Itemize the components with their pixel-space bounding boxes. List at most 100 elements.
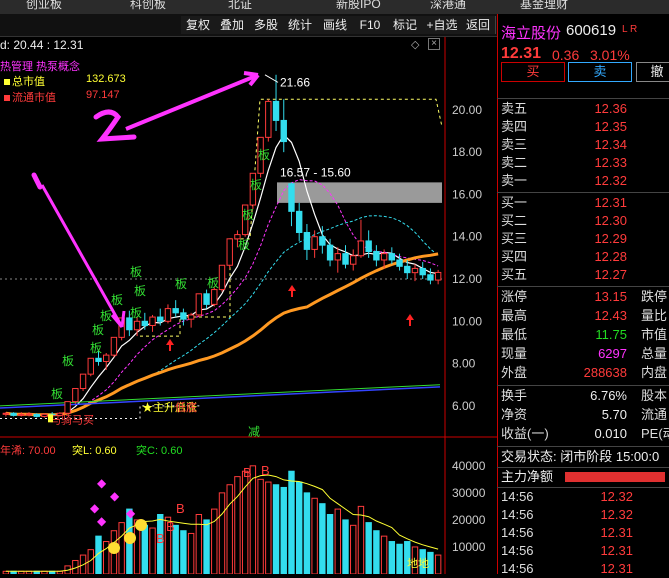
bid-price: 12.29 xyxy=(594,231,627,246)
bid-row[interactable]: 买三 12.29 xyxy=(501,230,627,248)
ask-row[interactable]: 卖五 12.36 xyxy=(501,100,627,118)
bid-row[interactable]: 买五 12.27 xyxy=(501,266,627,284)
candle-body xyxy=(226,238,233,266)
tab-fund[interactable]: 基金理财 xyxy=(520,0,568,12)
diamond-signal-icon: ◆ xyxy=(110,489,120,503)
stock-flags: L R xyxy=(622,24,638,35)
adjust-button[interactable]: 复权 xyxy=(181,16,216,34)
kline-chart[interactable]: 20.0018.0016.0014.0012.0010.008.006.00板板… xyxy=(0,37,497,574)
sell-button[interactable]: 卖 xyxy=(568,62,632,82)
tab-bse[interactable]: 北证 xyxy=(228,0,252,12)
candle-body xyxy=(342,253,349,265)
ask-price: 12.34 xyxy=(594,137,627,152)
tick-time: 14:56 xyxy=(501,525,534,540)
candle-body xyxy=(172,308,179,314)
candle-body xyxy=(396,259,403,267)
price-change: 0.36 xyxy=(552,47,580,63)
candle-body xyxy=(211,289,218,305)
candle-body xyxy=(195,293,203,316)
tick-row: 14:56 12.31 xyxy=(501,524,633,542)
candle-body xyxy=(18,413,25,416)
mark-button[interactable]: 标记 xyxy=(387,16,424,34)
limit-up-tag: 板 xyxy=(130,306,142,320)
bid-row[interactable]: 买一 12.31 xyxy=(501,194,627,212)
candle-body xyxy=(187,314,195,320)
tab-chinext[interactable]: 创业板 xyxy=(26,0,62,12)
stat2-value: 6.76% xyxy=(590,388,627,403)
volume-bar xyxy=(141,524,149,574)
candle-body xyxy=(79,373,87,390)
ask-label: 卖二 xyxy=(501,155,528,170)
bid-row[interactable]: 买二 12.30 xyxy=(501,212,627,230)
top-tab-strip: 创业板 科创板 北证 新股IPO 深港通 基金理财 xyxy=(0,0,669,14)
stat-value: 288638 xyxy=(583,365,627,380)
stat-label: 涨停 xyxy=(501,289,528,304)
limit-up-tag: 板 xyxy=(111,293,123,307)
ma10-line xyxy=(5,179,439,416)
tab-ipo[interactable]: 新股IPO xyxy=(336,0,381,12)
y-tick-label: 10.00 xyxy=(452,314,482,328)
volume-bar xyxy=(303,492,311,574)
diamond-signal-icon: ◆ xyxy=(97,514,107,528)
volume-bar xyxy=(149,527,156,574)
divider xyxy=(497,286,669,287)
multi-stock-button[interactable]: 多股 xyxy=(249,16,284,34)
resistance-zone xyxy=(277,182,442,203)
stat2-right-label: 股本 xyxy=(641,388,668,403)
tick-row: 14:56 12.32 xyxy=(501,488,633,506)
volume-bar xyxy=(257,478,264,574)
b-signal-tag: B xyxy=(166,519,175,534)
tick-row: 14:56 12.31 xyxy=(501,560,633,578)
smiley-icon xyxy=(108,542,120,554)
candle-body xyxy=(10,412,17,416)
stat-right-label: 内盘 xyxy=(641,365,668,380)
ask-row[interactable]: 卖四 12.35 xyxy=(501,118,627,136)
candle-body xyxy=(95,357,102,362)
ma20-line xyxy=(5,215,439,416)
ask-label: 卖四 xyxy=(501,119,528,134)
limit-up-tag: 板 xyxy=(90,341,102,355)
stat-label: 现量 xyxy=(501,346,528,361)
buy-button[interactable]: 买 xyxy=(501,62,565,82)
bid-label: 买一 xyxy=(501,195,528,210)
volume-bar xyxy=(434,554,442,574)
ask-label: 卖三 xyxy=(501,137,528,152)
bid-label: 买三 xyxy=(501,231,528,246)
cancel-button[interactable]: 撤 xyxy=(636,62,669,82)
tick-price: 12.31 xyxy=(600,561,633,576)
volume-bar xyxy=(357,505,365,574)
stat-label: 外盘 xyxy=(501,365,528,380)
diamond-signal-icon: ◆ xyxy=(97,476,107,490)
ask-row[interactable]: 卖三 12.34 xyxy=(501,136,627,154)
divider xyxy=(497,192,669,193)
bid-label: 买五 xyxy=(501,267,528,282)
back-button[interactable]: 返回 xyxy=(461,16,496,34)
candle-body xyxy=(133,320,141,331)
stat-right-label: 市值 xyxy=(641,327,668,342)
candle-body xyxy=(303,231,311,250)
bid-price: 12.30 xyxy=(594,213,627,228)
add-watchlist-button[interactable]: +自选 xyxy=(423,16,462,34)
tick-price: 12.32 xyxy=(600,507,633,522)
ask-row[interactable]: 卖二 12.33 xyxy=(501,154,627,172)
overlay-button[interactable]: 叠加 xyxy=(215,16,250,34)
tab-star-market[interactable]: 科创板 xyxy=(130,0,166,12)
high-label: 21.66 xyxy=(280,75,310,89)
limit-up-tag: 板 xyxy=(175,277,187,291)
limit-up-tag: 板 xyxy=(92,323,104,337)
ask-label: 卖五 xyxy=(501,101,528,116)
statistics-button[interactable]: 统计 xyxy=(283,16,318,34)
f10-button[interactable]: F10 xyxy=(353,16,388,34)
y-tick-label: 12.00 xyxy=(452,272,482,286)
tab-hk-connect[interactable]: 深港通 xyxy=(430,0,466,12)
stat2-label: 收益(一) xyxy=(501,426,549,441)
smiley-icon xyxy=(124,532,136,544)
draw-line-button[interactable]: 画线 xyxy=(317,16,354,34)
volume-bar xyxy=(396,543,403,574)
stat-label: 最高 xyxy=(501,308,528,323)
ask-row[interactable]: 卖一 12.32 xyxy=(501,172,627,190)
candle-body xyxy=(288,183,295,212)
stock-code: 600619 xyxy=(566,22,617,39)
bid-row[interactable]: 买四 12.28 xyxy=(501,248,627,266)
buy-arrow-icon xyxy=(406,314,414,320)
